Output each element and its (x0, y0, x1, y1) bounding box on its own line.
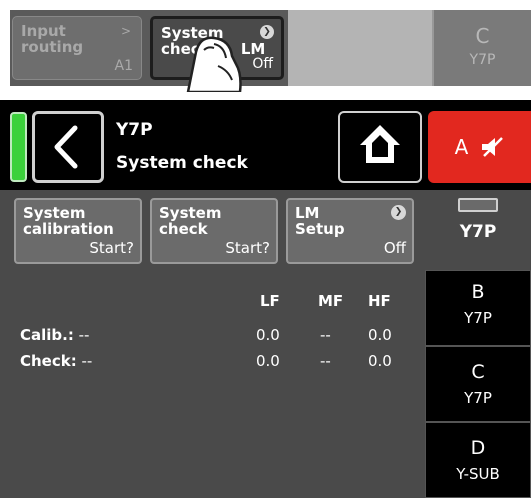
circle-arrow-icon: ❯ (260, 25, 274, 39)
strip-fade (288, 10, 432, 86)
tab-d-model: Y-SUB (456, 465, 500, 483)
tab-channel-b[interactable]: B Y7P (425, 270, 531, 346)
speaker-muted-icon (482, 137, 504, 157)
row-label-calib: Calib.: (20, 326, 74, 344)
column-header-hf: HF (368, 292, 391, 310)
calibration-line1: System (23, 204, 86, 222)
context-strip: Input routing > A1 System check LM ❯ Off… (10, 10, 531, 86)
calib-lf-value: 0.0 (256, 326, 280, 344)
input-routing-button[interactable]: Input routing > A1 (12, 16, 142, 80)
strip-channel-column[interactable]: C Y7P (432, 10, 531, 86)
chevron-right-icon: > (120, 24, 131, 38)
tab-c-letter: C (471, 361, 485, 383)
strip-channel-letter: C (475, 24, 490, 48)
input-routing-line2: routing (21, 38, 84, 56)
input-routing-line1: Input (21, 22, 66, 40)
input-routing-value: A1 (114, 58, 133, 74)
home-button[interactable] (338, 111, 422, 183)
mute-button[interactable]: A (428, 111, 531, 183)
table-row-check: Check: -- (20, 352, 92, 370)
device-screen: Y7P System check A System calibration St… (0, 100, 531, 498)
check-hf-value: 0.0 (368, 352, 392, 370)
row-label-check: Check: (20, 352, 77, 370)
back-button[interactable] (32, 111, 104, 183)
check-value: Start? (225, 239, 270, 257)
calib-mf-value: -- (320, 326, 331, 344)
tab-d-letter: D (470, 437, 486, 459)
power-indicator (10, 112, 27, 182)
tab-channel-a[interactable]: Y7P (425, 190, 531, 270)
speaker-icon (458, 198, 498, 212)
check-line1: System (159, 204, 222, 222)
calibration-value: Start? (89, 239, 134, 257)
tab-channel-c[interactable]: C Y7P (425, 346, 531, 422)
channel-sidebar: Y7P B Y7P C Y7P D Y-SUB (425, 190, 531, 498)
column-header-lf: LF (260, 292, 280, 310)
check-lf-value: 0.0 (256, 352, 280, 370)
main-panel: System calibration Start? System check S… (0, 190, 425, 498)
row-extra-check: -- (81, 352, 93, 370)
column-header-mf: MF (318, 292, 344, 310)
finger-tap-icon (186, 36, 242, 92)
system-calibration-button[interactable]: System calibration Start? (14, 198, 142, 264)
calibration-line2: calibration (23, 220, 114, 238)
home-icon (360, 125, 400, 163)
lm-line1: LM (295, 204, 320, 222)
system-check-button[interactable]: System check Start? (150, 198, 278, 264)
circle-arrow-icon: ❯ (391, 205, 406, 220)
mute-label: A (454, 135, 469, 159)
device-name: Y7P (116, 120, 153, 140)
lm-line2: Setup (295, 220, 345, 238)
tab-channel-d[interactable]: D Y-SUB (425, 422, 531, 498)
tab-a-model: Y7P (459, 222, 497, 242)
calib-hf-value: 0.0 (368, 326, 392, 344)
strip-channel-model: Y7P (469, 52, 496, 68)
tab-c-model: Y7P (464, 389, 492, 407)
check-line2: check (159, 220, 208, 238)
row-extra-calib: -- (78, 326, 90, 344)
tab-b-letter: B (471, 281, 485, 303)
lm-setup-button[interactable]: LM Setup ❯ Off (286, 198, 414, 264)
tab-b-model: Y7P (464, 309, 492, 327)
check-mf-value: -- (320, 352, 331, 370)
page-title: System check (116, 153, 248, 173)
chevron-left-icon (54, 125, 78, 169)
lm-setup-value: Off (383, 239, 406, 257)
table-row-calib: Calib.: -- (20, 326, 89, 344)
header-bar: Y7P System check A (0, 100, 531, 190)
